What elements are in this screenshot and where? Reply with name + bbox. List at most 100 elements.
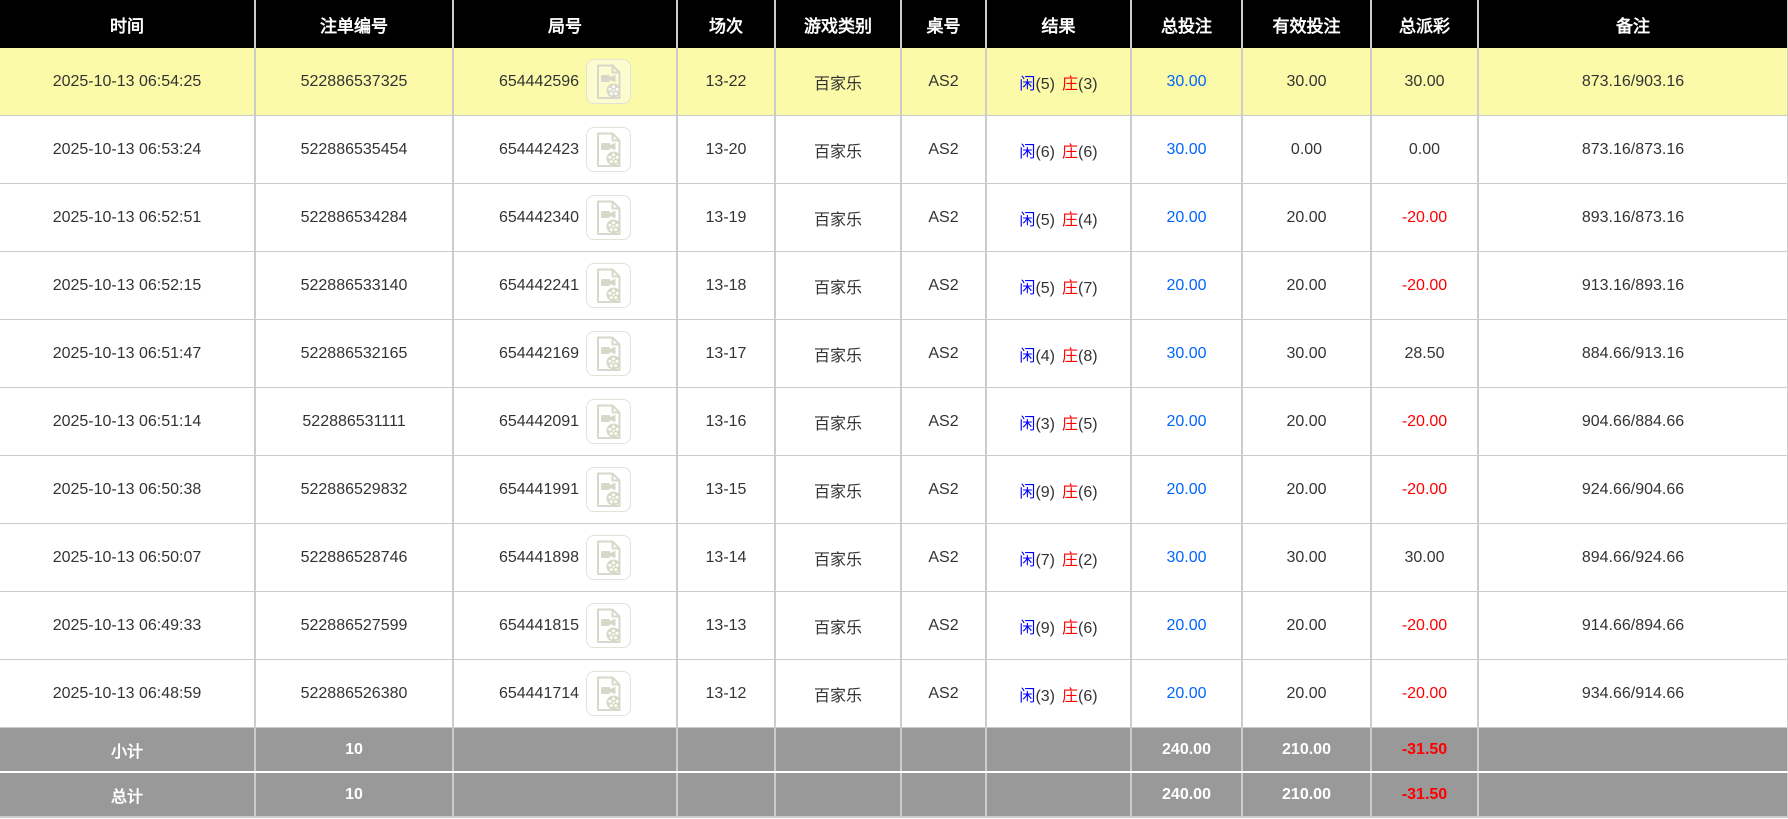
cell-session: 13-22 [677, 48, 776, 116]
cell-valid-bet: 0.00 [1242, 115, 1372, 184]
summary-valid-bet: 210.00 [1242, 772, 1372, 818]
cell-session: 13-20 [677, 115, 776, 184]
video-replay-button[interactable] [586, 127, 632, 172]
round-number: 654441815 [498, 616, 580, 634]
video-file-icon [596, 676, 621, 711]
table-row: 2025-10-13 06:51:14 522886531111 6544420… [0, 387, 1788, 456]
video-file-icon [596, 540, 621, 575]
cell-time: 2025-10-13 06:52:15 [0, 251, 256, 320]
table-row: 2025-10-13 06:50:07 522886528746 6544418… [0, 523, 1788, 592]
cell-table-no: AS2 [901, 319, 987, 388]
cell-time: 2025-10-13 06:50:38 [0, 455, 256, 524]
cell-table-no: AS2 [901, 115, 987, 184]
result-player-label: 闲 [1019, 279, 1036, 297]
result-player-label: 闲 [1019, 619, 1036, 637]
result-banker-label: 庄 [1062, 619, 1079, 637]
video-replay-button[interactable] [586, 535, 632, 580]
video-file-icon [596, 64, 621, 99]
result-banker-label: 庄 [1062, 211, 1079, 229]
cell-result: 闲(5) 庄(3) [986, 48, 1132, 116]
result-player-points: (5) [1035, 75, 1055, 93]
round-number: 654442241 [498, 276, 580, 294]
summary-label: 小计 [0, 727, 256, 773]
cell-valid-bet: 30.00 [1242, 48, 1372, 116]
result-banker-points: (8) [1078, 347, 1098, 365]
table-row: 2025-10-13 06:49:33 522886527599 6544418… [0, 591, 1788, 660]
cell-result: 闲(9) 庄(6) [986, 591, 1132, 660]
result-banker-label: 庄 [1062, 143, 1079, 161]
cell-valid-bet: 20.00 [1242, 591, 1372, 660]
round-number: 654441714 [498, 684, 580, 702]
cell-result: 闲(3) 庄(5) [986, 387, 1132, 456]
cell-session: 13-12 [677, 659, 776, 728]
summary-empty-cell [1478, 772, 1788, 818]
result-banker-points: (4) [1078, 211, 1098, 229]
cell-remark: 913.16/893.16 [1478, 251, 1788, 320]
cell-bet-id: 522886529832 [255, 455, 454, 524]
video-file-icon [596, 336, 621, 371]
cell-game-type: 百家乐 [775, 455, 902, 524]
cell-remark: 934.66/914.66 [1478, 659, 1788, 728]
cell-bet-id: 522886537325 [255, 48, 454, 116]
video-replay-button[interactable] [586, 671, 632, 716]
col-header-total-bet: 总投注 [1131, 0, 1243, 48]
cell-round: 654442241 [453, 251, 678, 320]
cell-table-no: AS2 [901, 523, 987, 592]
cell-total-bet: 30.00 [1131, 48, 1243, 116]
summary-empty-cell [986, 727, 1132, 773]
cell-table-no: AS2 [901, 659, 987, 728]
table-row: 2025-10-13 06:52:51 522886534284 6544423… [0, 183, 1788, 252]
result-player-points: (5) [1035, 279, 1055, 297]
summary-total-bet: 240.00 [1131, 727, 1243, 773]
col-header-game-type: 游戏类别 [775, 0, 902, 48]
result-banker-label: 庄 [1062, 279, 1079, 297]
result-banker-points: (7) [1078, 279, 1098, 297]
video-replay-button[interactable] [586, 331, 632, 376]
cell-remark: 873.16/873.16 [1478, 115, 1788, 184]
cell-bet-id: 522886528746 [255, 523, 454, 592]
summary-empty-cell [453, 727, 678, 773]
cell-total-payout: 0.00 [1371, 115, 1479, 184]
result-player-points: (6) [1035, 143, 1055, 161]
result-banker-points: (5) [1078, 415, 1098, 433]
summary-total-payout: -31.50 [1371, 772, 1479, 818]
cell-result: 闲(5) 庄(7) [986, 251, 1132, 320]
video-replay-button[interactable] [586, 263, 632, 308]
video-replay-button[interactable] [586, 399, 632, 444]
round-number: 654441991 [498, 480, 580, 498]
cell-table-no: AS2 [901, 183, 987, 252]
cell-round: 654442340 [453, 183, 678, 252]
cell-total-bet: 20.00 [1131, 387, 1243, 456]
table-row: 2025-10-13 06:52:15 522886533140 6544422… [0, 251, 1788, 320]
table-row: 2025-10-13 06:50:38 522886529832 6544419… [0, 455, 1788, 524]
video-file-icon [596, 404, 621, 439]
summary-total-bet: 240.00 [1131, 772, 1243, 818]
cell-round: 654442091 [453, 387, 678, 456]
result-player-label: 闲 [1019, 551, 1036, 569]
cell-result: 闲(6) 庄(6) [986, 115, 1132, 184]
cell-total-bet: 30.00 [1131, 115, 1243, 184]
summary-empty-cell [677, 772, 776, 818]
cell-table-no: AS2 [901, 251, 987, 320]
cell-table-no: AS2 [901, 591, 987, 660]
video-replay-button[interactable] [586, 195, 632, 240]
cell-total-bet: 20.00 [1131, 251, 1243, 320]
round-number: 654442091 [498, 412, 580, 430]
cell-bet-id: 522886533140 [255, 251, 454, 320]
cell-valid-bet: 20.00 [1242, 455, 1372, 524]
result-player-points: (4) [1035, 347, 1055, 365]
summary-empty-cell [677, 727, 776, 773]
cell-valid-bet: 20.00 [1242, 251, 1372, 320]
cell-valid-bet: 30.00 [1242, 523, 1372, 592]
cell-time: 2025-10-13 06:51:14 [0, 387, 256, 456]
result-player-label: 闲 [1019, 483, 1036, 501]
table-row: 2025-10-13 06:54:25 522886537325 6544425… [0, 48, 1788, 116]
cell-valid-bet: 20.00 [1242, 183, 1372, 252]
cell-total-bet: 30.00 [1131, 523, 1243, 592]
video-replay-button[interactable] [586, 467, 632, 512]
video-replay-button[interactable] [586, 603, 632, 648]
summary-empty-cell [1478, 727, 1788, 773]
cell-total-bet: 20.00 [1131, 183, 1243, 252]
video-replay-button[interactable] [586, 59, 632, 104]
result-player-label: 闲 [1019, 143, 1036, 161]
